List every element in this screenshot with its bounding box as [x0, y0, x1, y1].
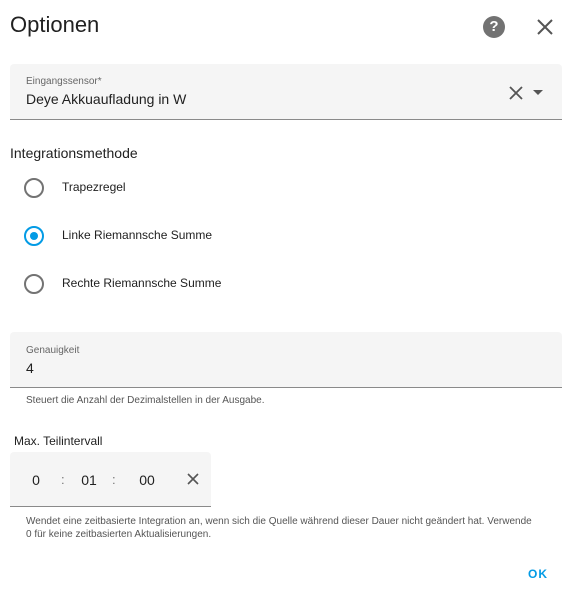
sensor-select[interactable]: Eingangssensor* Deye Akkuaufladung in W: [10, 64, 562, 120]
radio-option-label: Rechte Riemannsche Summe: [62, 276, 222, 290]
help-icon[interactable]: ?: [483, 16, 505, 38]
radio-button[interactable]: [24, 274, 44, 294]
integration-method-title: Integrationsmethode: [10, 145, 138, 161]
close-icon[interactable]: [536, 18, 554, 36]
duration-title: Max. Teilintervall: [14, 434, 103, 448]
duration-seconds-input[interactable]: 00: [136, 472, 158, 488]
duration-helper-text: Wendet eine zeitbasierte Integration an,…: [26, 516, 532, 540]
sensor-select-label: Eingangssensor*: [26, 76, 102, 87]
options-dialog: Optionen ? Eingangssensor* Deye Akkuaufl…: [0, 0, 567, 596]
chevron-down-icon[interactable]: [533, 90, 543, 95]
sensor-select-value: Deye Akkuaufladung in W: [26, 91, 187, 107]
radio-button[interactable]: [24, 226, 44, 246]
radio-option-label: Linke Riemannsche Summe: [62, 228, 213, 242]
dialog-title: Optionen: [10, 12, 100, 37]
duration-hours-input[interactable]: 0: [28, 472, 44, 488]
clear-sensor-icon[interactable]: [509, 86, 523, 100]
precision-label: Genauigkeit: [26, 345, 80, 356]
duration-separator: :: [61, 472, 65, 487]
duration-separator: :: [112, 472, 116, 487]
clear-duration-icon[interactable]: [187, 473, 199, 485]
precision-helper-text: Steuert die Anzahl der Dezimalstellen in…: [26, 395, 265, 406]
radio-button[interactable]: [24, 178, 44, 198]
radio-option-label: Trapezregel: [62, 180, 126, 194]
ok-button[interactable]: OK: [528, 567, 548, 581]
duration-minutes-input[interactable]: 01: [78, 472, 100, 488]
precision-value: 4: [26, 360, 34, 376]
duration-input: 0 : 01 : 00: [10, 452, 211, 507]
precision-input[interactable]: Genauigkeit 4: [10, 332, 562, 388]
